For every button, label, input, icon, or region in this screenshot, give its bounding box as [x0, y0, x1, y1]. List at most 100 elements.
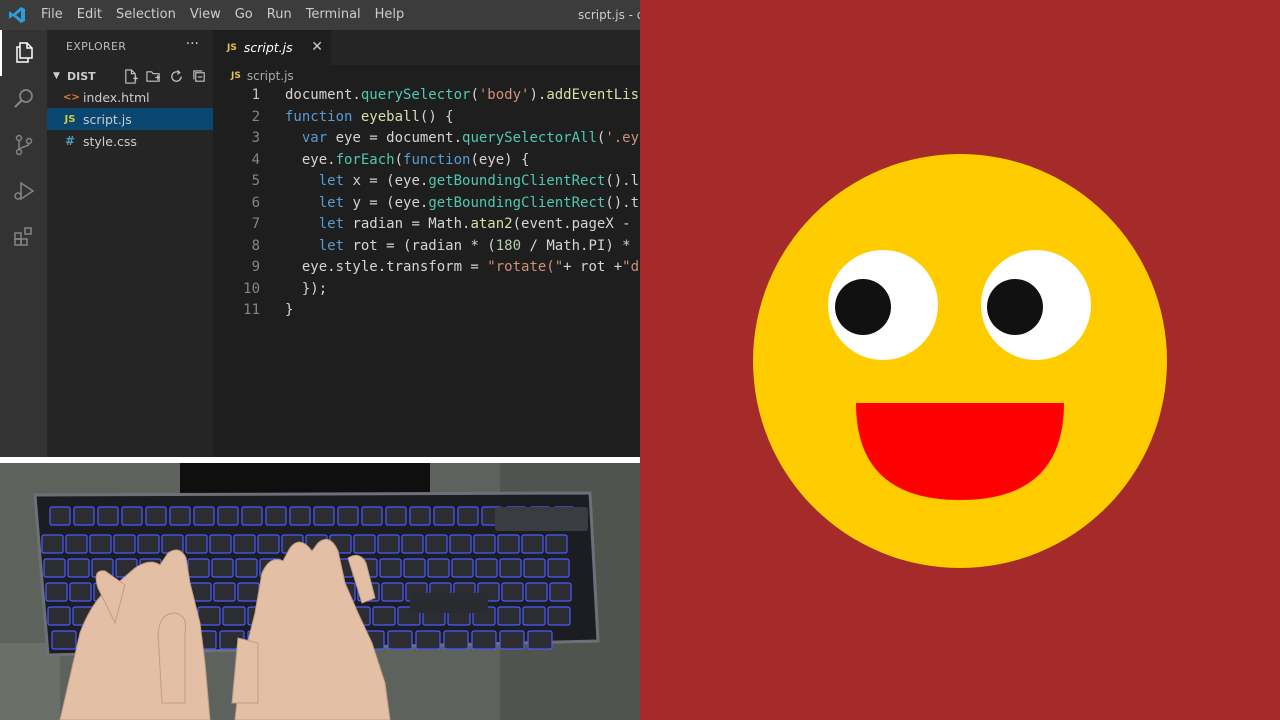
more-actions-icon[interactable]: ··· — [186, 36, 199, 52]
line-number: 1 — [251, 87, 260, 103]
keyboard-key — [499, 558, 522, 578]
file-name: script.js — [83, 111, 132, 127]
file-name: style.css — [83, 133, 137, 149]
code-line[interactable]: 9 eye.style.transform = "rotate("+ rot +… — [213, 257, 640, 279]
extensions-icon — [13, 227, 32, 246]
right-pupil — [987, 279, 1043, 335]
breadcrumb-label: script.js — [246, 69, 294, 83]
keyboard-key — [471, 630, 497, 650]
code-line[interactable]: 5 let x = (eye.getBoundingClientRect().l — [213, 171, 640, 193]
keyboard-key — [381, 582, 404, 602]
keyboard-key — [449, 534, 472, 554]
keyboard-key — [197, 606, 221, 626]
keyboard-key — [185, 534, 208, 554]
keyboard-key — [549, 582, 572, 602]
emoji-face[interactable] — [640, 0, 1280, 720]
code-text: } — [285, 302, 294, 318]
file-item-style-css[interactable]: # style.css — [47, 130, 213, 152]
code-editor[interactable]: 1 document.querySelector('body').addEvent… — [213, 85, 640, 365]
line-number: 6 — [251, 194, 260, 211]
keyboard-key — [497, 534, 520, 554]
menu-file[interactable]: File — [34, 0, 70, 30]
keyboard-key — [545, 534, 568, 554]
search-activity-button[interactable] — [0, 76, 47, 122]
keyboard-key — [525, 582, 548, 602]
explorer-header: EXPLORER — [66, 40, 127, 53]
keyboard-key — [257, 534, 280, 554]
code-text: eye.style.transform = "rotate("+ rot +"d — [285, 259, 640, 275]
code-line[interactable]: 10 }); — [213, 279, 640, 301]
code-text: let radian = Math.atan2(event.pageX - — [318, 216, 631, 232]
breadcrumb[interactable]: JS script.js — [231, 68, 294, 84]
code-line[interactable]: 4 eye.forEach(function(eye) { — [213, 150, 640, 172]
line-number: 4 — [251, 151, 260, 168]
code-line[interactable]: 1 document.querySelector('body').addEvent… — [213, 85, 640, 107]
file-item-script-js[interactable]: JS script.js — [47, 108, 213, 130]
menu-run[interactable]: Run — [260, 0, 299, 30]
source-control-activity-button[interactable] — [0, 122, 47, 168]
line-number: 8 — [251, 237, 260, 254]
keyboard-key — [501, 582, 524, 602]
file-item-index-html[interactable]: <> index.html — [47, 86, 213, 108]
keyboard-key — [403, 558, 426, 578]
new-file-icon[interactable] — [122, 68, 138, 84]
keyboard-key — [211, 558, 234, 578]
keyboard-key — [121, 506, 143, 526]
editor-area: JS script.js ✕ JS script.js 1 document.qu… — [213, 30, 640, 457]
menu-help[interactable]: Help — [368, 0, 412, 30]
js-file-icon: JS — [227, 42, 237, 53]
tab-label: script.js — [243, 40, 293, 55]
folder-row[interactable]: ▼ DIST — [47, 66, 213, 86]
menu-view[interactable]: View — [183, 0, 228, 30]
keyboard-key — [69, 582, 92, 602]
keyboard-key — [499, 630, 525, 650]
keyboard-key — [522, 606, 546, 626]
keyboard-key — [51, 630, 77, 650]
keyboard-key — [427, 558, 450, 578]
keyboard-key — [73, 506, 95, 526]
search-icon — [13, 89, 33, 108]
close-icon[interactable]: ✕ — [311, 39, 323, 55]
keyboard-key — [387, 630, 413, 650]
code-line[interactable]: 7 let radian = Math.atan2(event.pageX - — [213, 214, 640, 236]
left-pupil — [835, 279, 891, 335]
code-line[interactable]: 8 let rot = (radian * (180 / Math.PI) * — [213, 236, 640, 258]
title-bar: File Edit Selection View Go Run Terminal… — [0, 0, 640, 30]
keyboard-key — [547, 558, 570, 578]
menu-selection[interactable]: Selection — [109, 0, 183, 30]
keyboard-key — [409, 506, 431, 526]
keyboard-key — [379, 558, 402, 578]
keyboard-key — [443, 630, 469, 650]
browser-preview — [640, 0, 1280, 720]
keyboard-key — [49, 506, 71, 526]
keyboard-key — [217, 506, 239, 526]
line-number: 3 — [251, 130, 260, 146]
webcam-video — [0, 463, 640, 720]
code-line[interactable]: 6 let y = (eye.getBoundingClientRect().t — [213, 193, 640, 215]
refresh-icon[interactable] — [168, 68, 184, 84]
new-folder-icon[interactable] — [145, 68, 161, 84]
line-number: 9 — [251, 259, 260, 275]
folder-label: DIST — [67, 69, 96, 83]
keyboard-key — [473, 534, 496, 554]
keyboard-key — [523, 558, 546, 578]
code-line[interactable]: 11} — [213, 300, 640, 322]
code-line[interactable]: 2 function eyeball() { — [213, 107, 640, 129]
folder-actions — [122, 68, 207, 84]
extensions-activity-button[interactable] — [0, 214, 47, 260]
menu-go[interactable]: Go — [228, 0, 260, 30]
run-debug-activity-button[interactable] — [0, 168, 47, 214]
collapse-all-icon[interactable] — [191, 68, 207, 84]
code-text: var eye = document.querySelectorAll('.ey — [301, 130, 640, 146]
menu-edit[interactable]: Edit — [70, 0, 109, 30]
css-file-icon: # — [64, 134, 76, 148]
menu-terminal[interactable]: Terminal — [299, 0, 368, 30]
tab-script-js[interactable]: JS script.js ✕ — [213, 30, 331, 65]
code-line[interactable]: 3 var eye = document.querySelectorAll('.… — [213, 128, 640, 150]
keyboard-key — [45, 582, 68, 602]
run-debug-icon — [13, 181, 34, 201]
keyboard-key — [237, 582, 260, 602]
chevron-down-icon: ▼ — [53, 71, 60, 81]
explorer-activity-button[interactable] — [0, 30, 47, 76]
line-number: 10 — [243, 280, 260, 297]
